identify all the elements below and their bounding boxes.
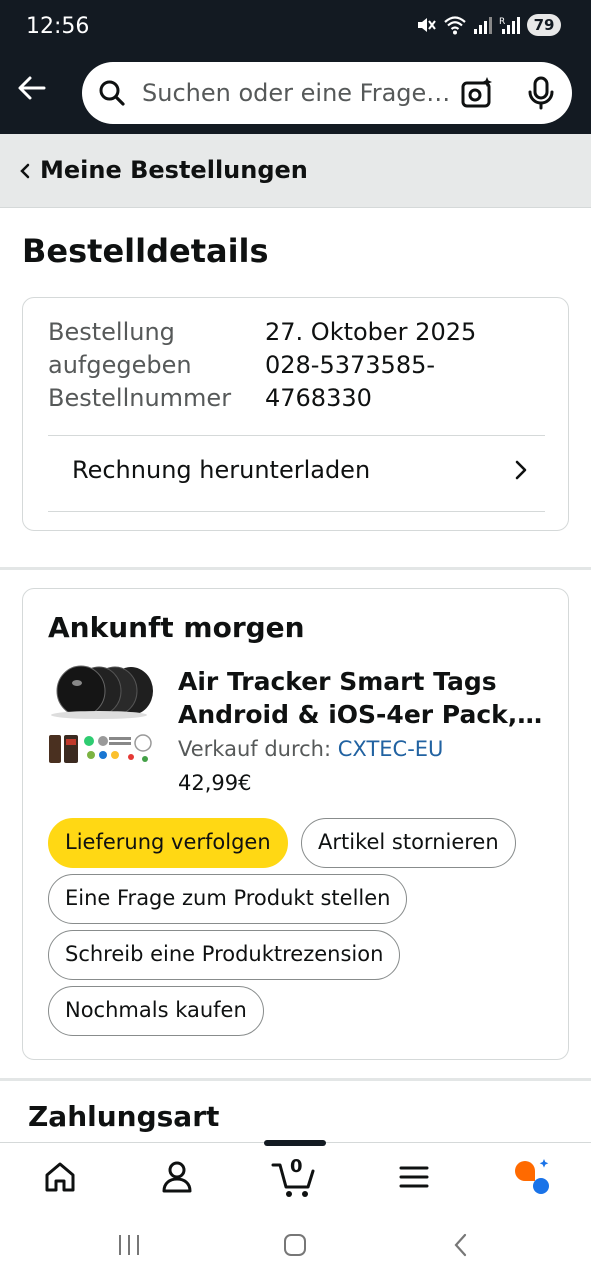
breadcrumb-label: Meine Bestellungen bbox=[40, 156, 308, 184]
order-placed-label-line1: Bestellung bbox=[48, 318, 175, 346]
section-divider bbox=[0, 1078, 591, 1081]
chevron-left-icon bbox=[20, 163, 30, 179]
cart-count: 0 bbox=[290, 1156, 303, 1177]
mute-icon bbox=[418, 18, 436, 32]
cart-button[interactable]: 0 bbox=[270, 1153, 320, 1203]
product-image[interactable] bbox=[47, 663, 155, 771]
delivery-status-heading: Ankunft morgen bbox=[48, 611, 305, 644]
search-icon bbox=[99, 80, 125, 106]
rufus-assistant-icon[interactable] bbox=[511, 1157, 551, 1197]
bottom-navigation: 0 bbox=[0, 1140, 591, 1212]
product-title-line2: Android & iOS-4er Pack, D... bbox=[178, 700, 548, 729]
recent-apps-icon[interactable] bbox=[116, 1232, 142, 1258]
buy-again-button[interactable]: Nochmals kaufen bbox=[48, 986, 264, 1036]
microphone-icon[interactable] bbox=[526, 76, 556, 110]
product-price: 42,99€ bbox=[178, 771, 252, 795]
seller-info: Verkauf durch: CXTEC-EU bbox=[178, 737, 443, 761]
download-invoice-link[interactable]: Rechnung herunterladen bbox=[48, 436, 545, 512]
search-input[interactable]: Suchen oder eine Frage… bbox=[82, 62, 572, 124]
payment-method-heading: Zahlungsart bbox=[28, 1100, 220, 1133]
search-placeholder: Suchen oder eine Frage… bbox=[142, 79, 451, 107]
signal-icon bbox=[474, 17, 492, 34]
menu-icon[interactable] bbox=[394, 1157, 434, 1197]
status-time: 12:56 bbox=[26, 14, 90, 39]
camera-search-icon[interactable] bbox=[460, 76, 494, 110]
order-info-card: Bestellung aufgegeben 27. Oktober 2025 B… bbox=[22, 297, 569, 531]
account-icon[interactable] bbox=[157, 1157, 197, 1197]
divider bbox=[48, 511, 545, 512]
wifi-icon bbox=[444, 16, 466, 35]
seller-name-link[interactable]: CXTEC-EU bbox=[338, 737, 444, 761]
status-bar: 12:56 R 79 bbox=[0, 0, 591, 52]
system-navigation-bar bbox=[0, 1212, 591, 1280]
ask-product-question-button[interactable]: Eine Frage zum Produkt stellen bbox=[48, 874, 408, 924]
order-placed-value: 27. Oktober 2025 bbox=[265, 318, 477, 346]
status-icons: R 79 bbox=[415, 14, 561, 36]
svg-text:R: R bbox=[499, 17, 505, 27]
product-title-link[interactable]: Air Tracker Smart Tags Android & iOS-4er… bbox=[178, 665, 548, 731]
order-number-label: Bestellnummer bbox=[48, 384, 232, 412]
seller-prefix: Verkauf durch: bbox=[178, 737, 332, 761]
home-button-icon[interactable] bbox=[282, 1232, 308, 1258]
home-icon[interactable] bbox=[40, 1157, 80, 1197]
battery-indicator: 79 bbox=[527, 14, 561, 36]
write-review-button[interactable]: Schreib eine Produktrezension bbox=[48, 930, 401, 980]
download-invoice-label: Rechnung herunterladen bbox=[72, 456, 371, 484]
shipment-card: Ankunft morgen Air Tracker Smart Tags An… bbox=[22, 588, 569, 1060]
app-header: Suchen oder eine Frage… bbox=[0, 52, 591, 134]
chevron-right-icon bbox=[515, 460, 527, 480]
page-title: Bestelldetails bbox=[22, 232, 269, 270]
product-title-line1: Air Tracker Smart Tags bbox=[178, 667, 497, 696]
back-arrow-icon[interactable] bbox=[14, 70, 50, 106]
signal-roaming-icon: R bbox=[499, 17, 520, 34]
back-button-icon[interactable] bbox=[450, 1232, 472, 1258]
section-divider bbox=[0, 567, 591, 570]
order-placed-label-line2: aufgegeben bbox=[48, 351, 192, 379]
track-package-button[interactable]: Lieferung verfolgen bbox=[48, 818, 288, 868]
order-number-value-line2: 4768330 bbox=[265, 384, 372, 412]
cancel-item-button[interactable]: Artikel stornieren bbox=[301, 818, 516, 868]
order-number-value-line1: 028-5373585- bbox=[265, 351, 436, 379]
active-tab-indicator bbox=[264, 1140, 326, 1146]
breadcrumb[interactable]: Meine Bestellungen bbox=[0, 134, 591, 208]
